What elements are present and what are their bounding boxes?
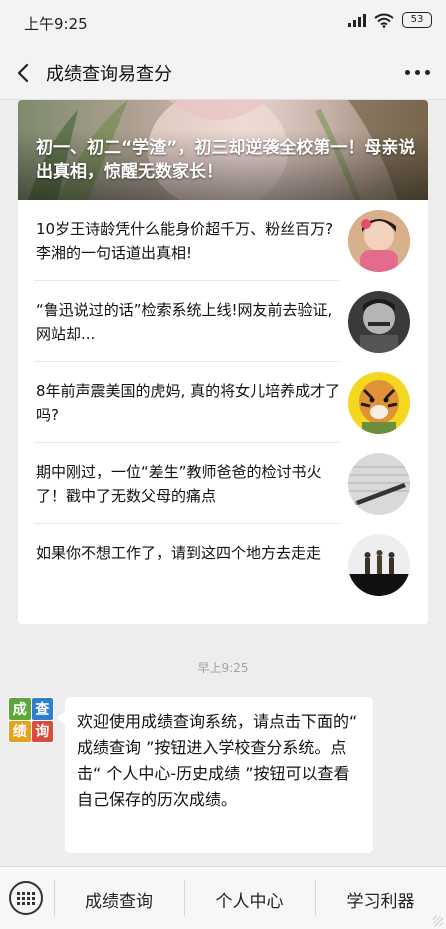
wifi-icon (374, 13, 394, 28)
bottom-menu: 成绩查询 个人中心 学习利器 (0, 866, 446, 929)
menu-item-personal-center[interactable]: 个人中心 (184, 887, 315, 912)
status-bar: 上午9:25 53 (0, 0, 446, 46)
article-title: 10岁王诗龄凭什么能身价超千万、粉丝百万? 李湘的一句话道出真相! (36, 220, 334, 262)
more-dots-icon[interactable] (405, 70, 430, 75)
message-timestamp: 早上9:25 (197, 661, 249, 675)
list-item[interactable]: 8年前声震美国的虎妈, 真的将女儿培养成才了吗? (18, 362, 428, 443)
article-title: 8年前声震美国的虎妈, 真的将女儿培养成才了吗? (36, 382, 341, 424)
avatar-char: 查 (31, 698, 53, 720)
hero-article[interactable]: 初一、初二“学渣”，初三却逆袭全校第一！母亲说出真相，惊醒无数家长！ (18, 100, 428, 200)
keyboard-icon[interactable] (9, 881, 43, 915)
menu-item-study-tools[interactable]: 学习利器 (315, 887, 446, 912)
article-card: 初一、初二“学渣”，初三却逆袭全校第一！母亲说出真相，惊醒无数家长！ 10岁王诗… (18, 100, 428, 624)
status-icons: 53 (348, 12, 432, 28)
hero-title: 初一、初二“学渣”，初三却逆袭全校第一！母亲说出真相，惊醒无数家长！ (36, 138, 416, 182)
article-thumbnail (348, 453, 410, 515)
list-item[interactable]: 期中刚过，一位“差生”教师爸爸的检讨书火了！戳中了无数父母的痛点 (18, 443, 428, 524)
article-title: “鲁迅说过的话”检索系统上线!网友前去验证,网站却... (36, 301, 333, 343)
message-bubble: 欢迎使用成绩查询系统，请点击下面的“ 成绩查询 ”按钮进入学校查分系统。点击“ … (57, 697, 373, 853)
signal-icon (348, 13, 366, 27)
battery-icon: 53 (402, 12, 432, 28)
article-thumbnail (348, 534, 410, 596)
article-thumbnail (348, 291, 410, 353)
page-title: 成绩查询易查分 (46, 64, 172, 85)
resize-grip-icon (433, 916, 443, 926)
list-item[interactable]: “鲁迅说过的话”检索系统上线!网友前去验证,网站却... (18, 281, 428, 362)
menu-item-score-query[interactable]: 成绩查询 (54, 887, 184, 912)
avatar-char: 绩 (9, 720, 31, 742)
chevron-left-icon[interactable] (12, 60, 36, 86)
avatar[interactable]: 成 查 绩 询 (8, 697, 54, 743)
article-title: 如果你不想工作了，请到这四个地方去走走 (36, 544, 322, 562)
article-thumbnail (348, 210, 410, 272)
status-time: 上午9:25 (24, 15, 88, 33)
avatar-char: 询 (31, 720, 53, 742)
list-item[interactable]: 10岁王诗龄凭什么能身价超千万、粉丝百万? 李湘的一句话道出真相! (18, 200, 428, 281)
article-thumbnail (348, 372, 410, 434)
list-item[interactable]: 如果你不想工作了，请到这四个地方去走走 (18, 524, 428, 605)
article-title: 期中刚过，一位“差生”教师爸爸的检讨书火了！戳中了无数父母的痛点 (36, 463, 322, 505)
avatar-char: 成 (9, 698, 31, 720)
nav-bar: 成绩查询易查分 (0, 46, 446, 100)
